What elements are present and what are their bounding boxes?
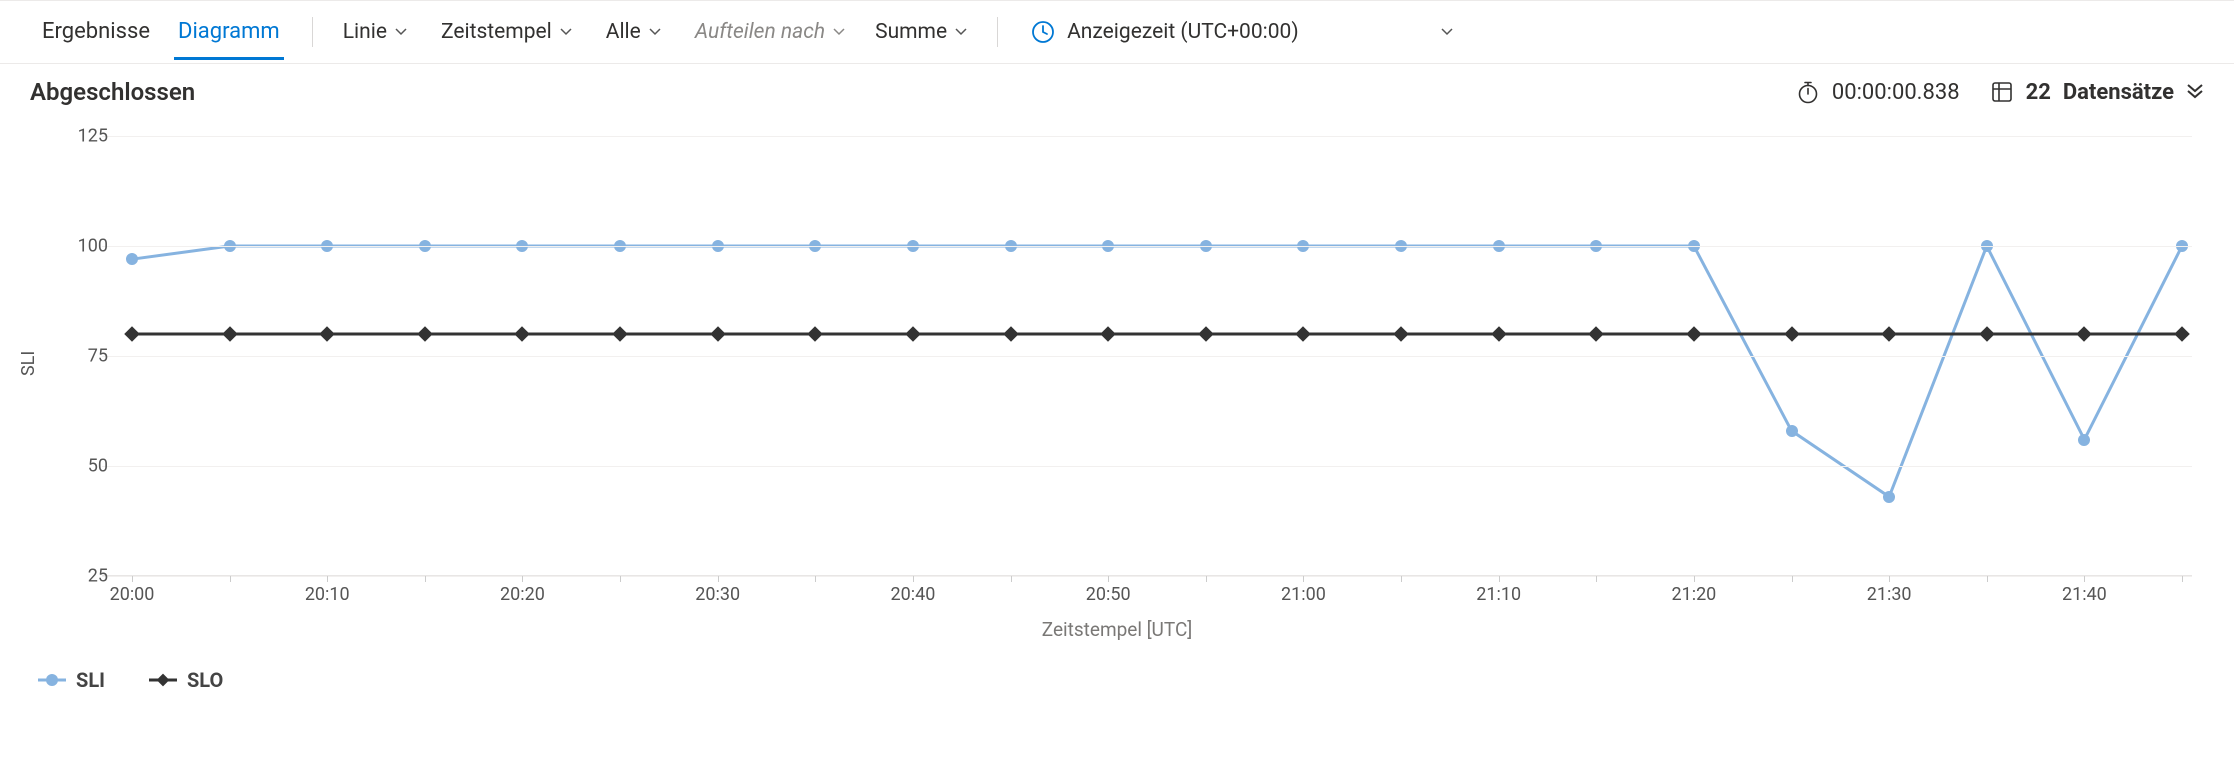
toolbar: Ergebnisse Diagramm Linie Zeitstempel Al… bbox=[0, 0, 2234, 64]
y-columns-dropdown[interactable]: Alle bbox=[596, 14, 671, 50]
x-tick-mark bbox=[1303, 576, 1304, 582]
time-display-label: Anzeigezeit (UTC+00:00) bbox=[1067, 20, 1299, 44]
x-tick-mark bbox=[1011, 576, 1012, 582]
x-tick-label: 21:20 bbox=[1671, 584, 1716, 605]
legend-item-slo[interactable]: SLO bbox=[149, 668, 223, 692]
x-tick-label: 20:40 bbox=[891, 584, 936, 605]
status-row: Abgeschlossen 00:00:00.838 22 Datensätze bbox=[0, 64, 2234, 116]
clock-icon bbox=[1031, 20, 1055, 44]
legend-swatch-sli bbox=[38, 673, 66, 687]
x-tick-mark bbox=[913, 576, 914, 582]
x-tick-mark bbox=[1401, 576, 1402, 582]
data-point-sli[interactable] bbox=[2078, 434, 2090, 446]
gridline bbox=[102, 246, 2192, 247]
y-tick-label: 50 bbox=[58, 456, 108, 477]
x-tick-mark bbox=[327, 576, 328, 582]
legend-label-slo: SLO bbox=[187, 668, 223, 692]
chevron-down-icon bbox=[649, 26, 661, 38]
aggregation-dropdown[interactable]: Summe bbox=[865, 14, 977, 50]
x-tick-mark bbox=[2084, 576, 2085, 582]
x-axis-title: Zeitstempel [UTC] bbox=[1042, 618, 1193, 641]
split-by-dropdown[interactable]: Aufteilen nach bbox=[685, 14, 855, 50]
x-tick-mark bbox=[1987, 576, 1988, 582]
legend-label-sli: SLI bbox=[76, 668, 105, 692]
chevron-down-icon bbox=[833, 26, 845, 38]
double-chevron-down-icon bbox=[2186, 80, 2204, 105]
separator bbox=[997, 17, 998, 47]
x-tick-label: 20:30 bbox=[695, 584, 740, 605]
separator bbox=[312, 17, 313, 47]
x-column-dropdown[interactable]: Zeitstempel bbox=[431, 14, 582, 50]
record-count[interactable]: 22 Datensätze bbox=[1990, 80, 2204, 105]
y-tick-label: 25 bbox=[58, 566, 108, 587]
x-tick-mark bbox=[718, 576, 719, 582]
gridline bbox=[102, 136, 2192, 137]
x-tick-mark bbox=[1108, 576, 1109, 582]
stopwatch-icon bbox=[1796, 80, 1820, 104]
x-tick-mark bbox=[1596, 576, 1597, 582]
chevron-down-icon bbox=[395, 26, 407, 38]
x-tick-mark bbox=[230, 576, 231, 582]
x-tick-mark bbox=[132, 576, 133, 582]
series-line-sli bbox=[132, 246, 2182, 497]
x-column-label: Zeitstempel bbox=[441, 20, 552, 44]
tab-results[interactable]: Ergebnisse bbox=[30, 5, 162, 60]
x-tick-mark bbox=[522, 576, 523, 582]
y-tick-label: 125 bbox=[58, 126, 108, 147]
data-point-sli[interactable] bbox=[126, 253, 138, 265]
aggregation-label: Summe bbox=[875, 20, 947, 44]
gridline bbox=[102, 576, 2192, 577]
x-tick-label: 21:00 bbox=[1281, 584, 1326, 605]
time-display-dropdown[interactable]: Anzeigezeit (UTC+00:00) bbox=[1022, 13, 1462, 51]
x-tick-label: 20:20 bbox=[500, 584, 545, 605]
record-count-label: Datensätze bbox=[2063, 80, 2174, 105]
record-count-value: 22 bbox=[2026, 80, 2051, 105]
chart-type-dropdown[interactable]: Linie bbox=[333, 14, 417, 50]
chart-type-label: Linie bbox=[343, 20, 387, 44]
query-duration-value: 00:00:00.838 bbox=[1832, 80, 1960, 105]
split-by-label: Aufteilen nach bbox=[695, 20, 825, 44]
chevron-down-icon bbox=[560, 26, 572, 38]
gridline bbox=[102, 356, 2192, 357]
x-tick-label: 21:30 bbox=[1867, 584, 1912, 605]
status-title: Abgeschlossen bbox=[30, 78, 195, 106]
legend: SLI SLO bbox=[38, 668, 223, 692]
tab-chart[interactable]: Diagramm bbox=[166, 5, 292, 60]
x-tick-mark bbox=[1792, 576, 1793, 582]
y-columns-label: Alle bbox=[606, 20, 641, 44]
x-tick-label: 20:50 bbox=[1086, 584, 1131, 605]
y-axis-title: SLI bbox=[18, 351, 39, 376]
x-tick-mark bbox=[2182, 576, 2183, 582]
x-tick-mark bbox=[1889, 576, 1890, 582]
x-tick-mark bbox=[815, 576, 816, 582]
status-right: 00:00:00.838 22 Datensätze bbox=[1796, 80, 2204, 105]
gridline bbox=[102, 466, 2192, 467]
query-duration: 00:00:00.838 bbox=[1796, 80, 1960, 105]
x-tick-mark bbox=[1206, 576, 1207, 582]
y-tick-label: 75 bbox=[58, 346, 108, 367]
x-tick-label: 21:40 bbox=[2062, 584, 2107, 605]
x-tick-label: 20:00 bbox=[110, 584, 155, 605]
chevron-down-icon bbox=[1441, 26, 1453, 38]
x-tick-mark bbox=[620, 576, 621, 582]
data-point-sli[interactable] bbox=[1786, 425, 1798, 437]
x-tick-mark bbox=[1499, 576, 1500, 582]
x-tick-mark bbox=[1694, 576, 1695, 582]
records-icon bbox=[1990, 80, 2014, 104]
legend-item-sli[interactable]: SLI bbox=[38, 668, 105, 692]
y-tick-label: 100 bbox=[58, 236, 108, 257]
chevron-down-icon bbox=[955, 26, 967, 38]
x-tick-label: 21:10 bbox=[1476, 584, 1521, 605]
x-tick-label: 20:10 bbox=[305, 584, 350, 605]
x-tick-mark bbox=[425, 576, 426, 582]
legend-swatch-slo bbox=[149, 673, 177, 687]
chart: SLI Zeitstempel [UTC] SLI SLO 25 50 75 100 1… bbox=[22, 116, 2212, 706]
data-point-sli[interactable] bbox=[1883, 491, 1895, 503]
